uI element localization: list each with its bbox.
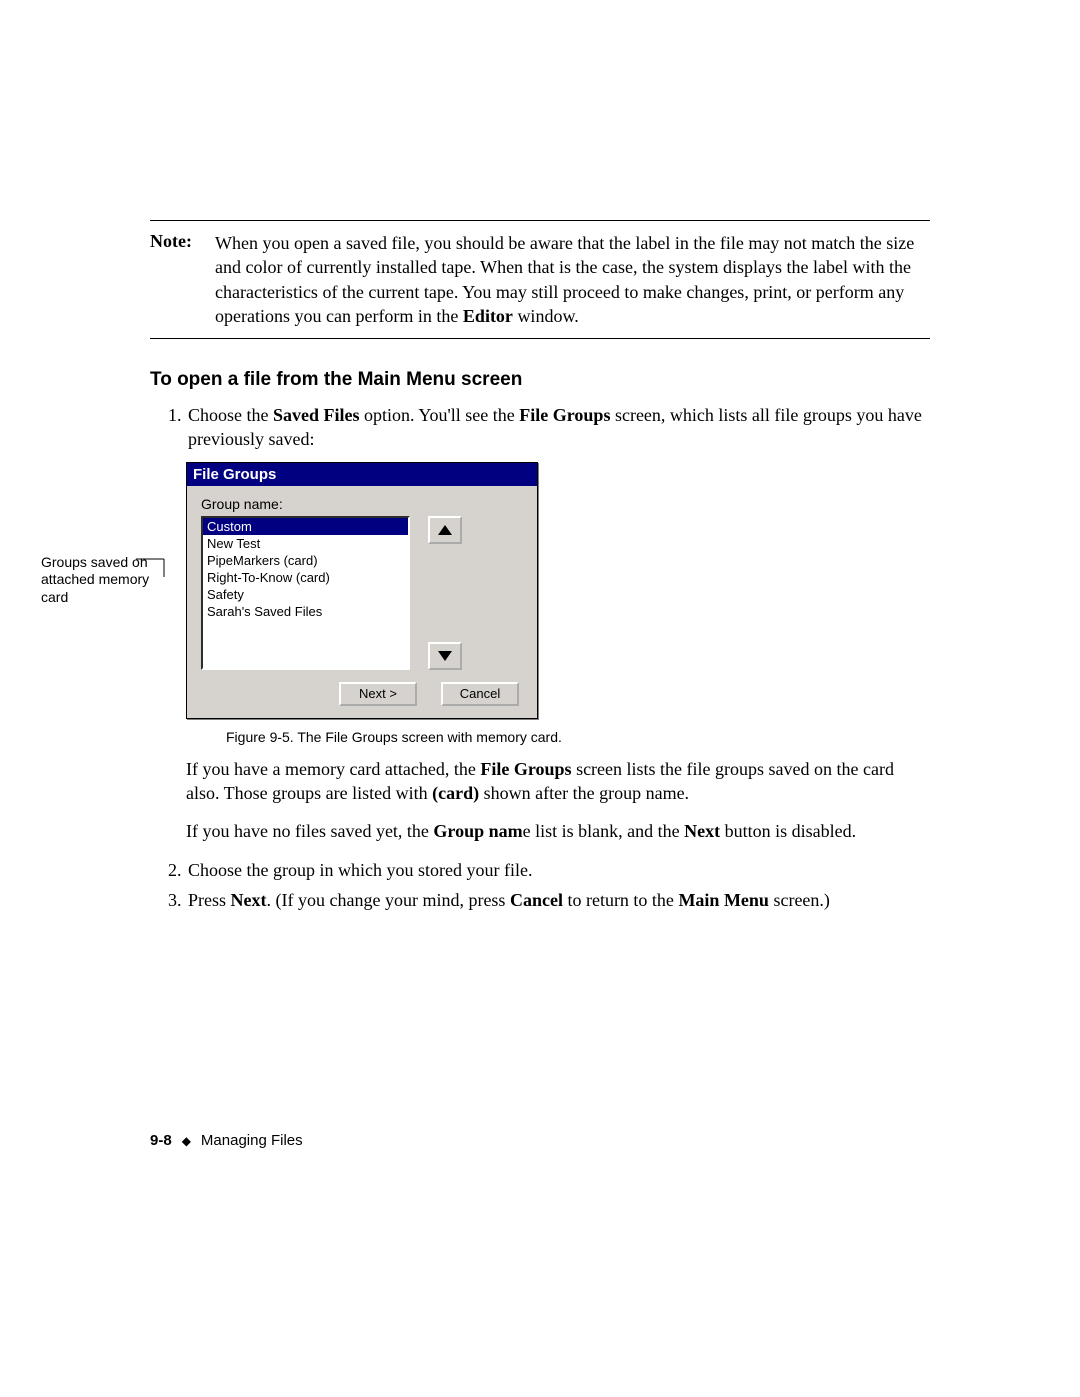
figure-caption: Figure 9-5. The File Groups screen with … xyxy=(186,729,930,745)
next-button[interactable]: Next > xyxy=(339,682,417,706)
diamond-icon: ◆ xyxy=(182,1134,191,1148)
group-name-label: Group name: xyxy=(201,496,523,512)
list-item[interactable]: PipeMarkers (card) xyxy=(203,552,408,569)
section-heading: To open a file from the Main Menu screen xyxy=(150,369,930,391)
list-item[interactable]: Safety xyxy=(203,586,408,603)
figure-callout: Groups saved on attached memory card xyxy=(41,554,161,607)
footer-section: Managing Files xyxy=(201,1132,303,1149)
cancel-button[interactable]: Cancel xyxy=(441,682,519,706)
step-3: Press Next. (If you change your mind, pr… xyxy=(186,888,930,912)
figure-wrapper: Groups saved on attached memory card Fil… xyxy=(186,462,930,719)
list-item[interactable]: New Test xyxy=(203,535,408,552)
page-number: 9-8 xyxy=(150,1132,172,1149)
group-name-listbox[interactable]: Custom New Test PipeMarkers (card) Right… xyxy=(201,516,410,670)
paragraph: If you have a memory card attached, the … xyxy=(186,757,930,806)
list-item[interactable]: Custom xyxy=(203,518,408,535)
scroll-down-button[interactable] xyxy=(428,642,462,670)
steps-list-cont: Choose the group in which you stored you… xyxy=(150,858,930,913)
step-1: Choose the Saved Files option. You'll se… xyxy=(186,403,930,452)
steps-list: Choose the Saved Files option. You'll se… xyxy=(150,403,930,452)
note-body: When you open a saved file, you should b… xyxy=(215,231,930,328)
step-2: Choose the group in which you stored you… xyxy=(186,858,930,882)
file-groups-dialog: File Groups Group name: Custom New Test … xyxy=(186,462,538,719)
scroll-up-button[interactable] xyxy=(428,516,462,544)
paragraph: If you have no files saved yet, the Grou… xyxy=(186,819,930,843)
list-item[interactable]: Right-To-Know (card) xyxy=(203,569,408,586)
triangle-down-icon xyxy=(438,651,452,661)
page-footer: 9-8 ◆ Managing Files xyxy=(150,1132,930,1149)
list-item[interactable]: Sarah's Saved Files xyxy=(203,603,408,620)
dialog-titlebar: File Groups xyxy=(187,463,537,486)
note-block: Note: When you open a saved file, you sh… xyxy=(150,231,930,328)
triangle-up-icon xyxy=(438,525,452,535)
note-label: Note: xyxy=(150,231,215,328)
